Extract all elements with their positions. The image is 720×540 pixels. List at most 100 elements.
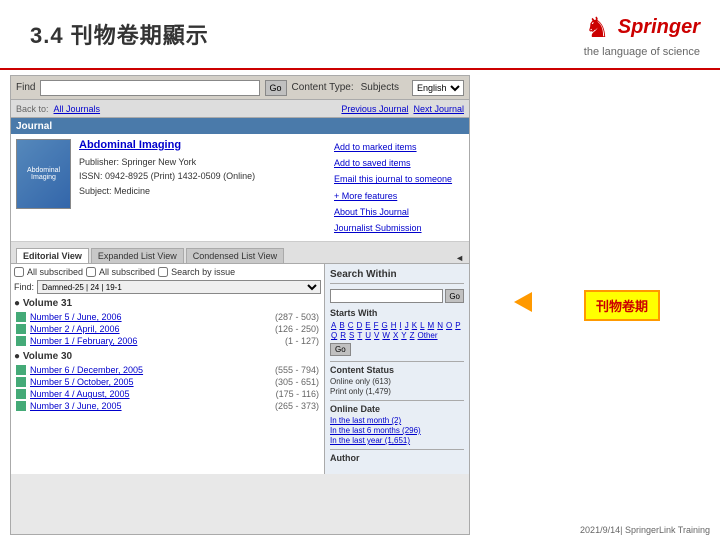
language-select[interactable]: English (412, 80, 464, 96)
issue-link[interactable]: Number 5 / June, 2006 (30, 312, 271, 322)
action-add-saved[interactable]: Add to saved items (334, 155, 464, 171)
item-icon (16, 401, 26, 411)
next-journal-link[interactable]: Next Journal (413, 104, 464, 114)
journal-title[interactable]: Abdominal Imaging (79, 139, 326, 151)
search-go-btn[interactable]: Go (445, 289, 464, 303)
footer: 2021/9/14| SpringerLink Training (580, 525, 710, 535)
all-subscribed-check-2[interactable] (86, 267, 96, 277)
volume-31-heading: ● Volume 31 (14, 298, 321, 309)
journal-details: Abdominal Imaging Publisher: Springer Ne… (79, 139, 326, 236)
alpha-M[interactable]: M (427, 321, 436, 330)
alpha-B[interactable]: B (338, 321, 345, 330)
callout-arrow (514, 292, 532, 312)
search-field-input[interactable] (330, 289, 443, 303)
find-label-2: Find: (14, 282, 34, 292)
alpha-Z[interactable]: Z (409, 331, 416, 340)
author-title: Author (330, 449, 464, 463)
search-within-panel: Search Within Go Starts With A B C D E F… (324, 264, 469, 474)
alpha-A[interactable]: A (330, 321, 337, 330)
action-add-marked[interactable]: Add to marked items (334, 139, 464, 155)
alpha-G[interactable]: G (380, 321, 388, 330)
alpha-other[interactable]: Other (417, 331, 439, 340)
alpha-H[interactable]: H (390, 321, 398, 330)
list-item: Number 1 / February, 2006 (1 - 127) (14, 335, 321, 347)
go-button[interactable]: Go (265, 80, 287, 96)
find-input[interactable] (40, 80, 259, 96)
publisher-label: Publisher: (79, 157, 119, 167)
search-by-issue-check[interactable] (158, 267, 168, 277)
filter-label-3: Search by issue (171, 267, 235, 277)
issue-link[interactable]: Number 5 / October, 2005 (30, 377, 271, 387)
subject-value: Medicine (114, 186, 150, 196)
page-title: 3.4 刊物卷期顯示 (30, 18, 209, 50)
alpha-D[interactable]: D (355, 321, 363, 330)
tab-editorial[interactable]: Editorial View (16, 248, 89, 263)
tab-condensed[interactable]: Condensed List View (186, 248, 284, 263)
prev-journal-link[interactable]: Previous Journal (341, 104, 408, 114)
online-last-year[interactable]: In the last year (1,651) (330, 436, 464, 445)
alpha-K[interactable]: K (411, 321, 418, 330)
alpha-N[interactable]: N (436, 321, 444, 330)
all-subscribed-check[interactable] (14, 267, 24, 277)
nav-bar: Back to: All Journals Previous Journal N… (11, 100, 469, 118)
alpha-I[interactable]: I (399, 321, 403, 330)
springer-logo: ♞ Springer the language of science (584, 11, 700, 58)
online-last-6months[interactable]: In the last 6 months (296) (330, 426, 464, 435)
callout-label: 刊物卷期 (584, 290, 660, 321)
alpha-X[interactable]: X (392, 331, 399, 340)
online-last-month[interactable]: In the last month (2) (330, 416, 464, 425)
issue-pages: (555 - 794) (275, 365, 319, 375)
alpha-Q[interactable]: Q (330, 331, 338, 340)
springer-tagline: the language of science (584, 46, 700, 58)
content-status-title: Content Status (330, 361, 464, 375)
find-label: Find (16, 82, 35, 93)
issue-link[interactable]: Number 3 / June, 2005 (30, 401, 271, 411)
alpha-C[interactable]: C (347, 321, 355, 330)
alpha-U[interactable]: U (364, 331, 372, 340)
alpha-L[interactable]: L (419, 321, 425, 330)
filter-label-2: All subscribed (99, 267, 155, 277)
alpha-go-button[interactable]: Go (330, 343, 351, 356)
alphabet-grid: A B C D E F G H I J K L M N O P Q R S T (330, 321, 464, 340)
alpha-V[interactable]: V (373, 331, 380, 340)
item-icon (16, 336, 26, 346)
action-more[interactable]: + More features (334, 188, 464, 204)
list-item: Number 3 / June, 2005 (265 - 373) (14, 400, 321, 412)
alpha-P[interactable]: P (454, 321, 461, 330)
issue-link[interactable]: Number 6 / December, 2005 (30, 365, 271, 375)
alpha-E[interactable]: E (364, 321, 371, 330)
issue-link[interactable]: Number 2 / April, 2006 (30, 324, 271, 334)
issn-value: 0942-8925 (Print) 1432-0509 (Online) (105, 171, 255, 181)
issue-pages: (265 - 373) (275, 401, 319, 411)
back-to-label: Back to: (16, 104, 49, 114)
alpha-J[interactable]: J (404, 321, 410, 330)
tab-expanded[interactable]: Expanded List View (91, 248, 184, 263)
issue-link[interactable]: Number 4 / August, 2005 (30, 389, 272, 399)
issue-pages: (1 - 127) (285, 336, 319, 346)
item-icon (16, 312, 26, 322)
action-email-journal[interactable]: Email this journal to someone (334, 171, 464, 187)
journal-info-area: Abdominal Imaging Abdominal Imaging Publ… (11, 134, 469, 242)
alpha-S[interactable]: S (348, 331, 355, 340)
alpha-T[interactable]: T (356, 331, 363, 340)
online-date-title: Online Date (330, 400, 464, 414)
alpha-R[interactable]: R (339, 331, 347, 340)
alpha-Y[interactable]: Y (400, 331, 407, 340)
springer-name: Springer (618, 16, 700, 39)
status-online-only: Online only (613) (330, 377, 464, 386)
item-icon (16, 324, 26, 334)
status-print-only: Print only (1,479) (330, 387, 464, 396)
browser-window: Find Go Content Type: Subjects English B… (10, 75, 470, 535)
action-journalist[interactable]: Journalist Submission (334, 220, 464, 236)
journal-actions-panel: Add to marked items Add to saved items E… (334, 139, 464, 236)
issue-dropdown[interactable]: Damned-25 | 24 | 19-1 12-1 (37, 280, 321, 294)
all-journals-link[interactable]: All Journals (54, 104, 101, 114)
alpha-O[interactable]: O (445, 321, 453, 330)
journal-cover-text: Abdominal Imaging (17, 165, 70, 183)
action-about[interactable]: About This Journal (334, 204, 464, 220)
issue-link[interactable]: Number 1 / February, 2006 (30, 336, 281, 346)
issue-pages: (126 - 250) (275, 324, 319, 334)
alpha-W[interactable]: W (381, 331, 391, 340)
alpha-F[interactable]: F (373, 321, 380, 330)
tab-bar: Editorial View Expanded List View Conden… (11, 242, 469, 264)
